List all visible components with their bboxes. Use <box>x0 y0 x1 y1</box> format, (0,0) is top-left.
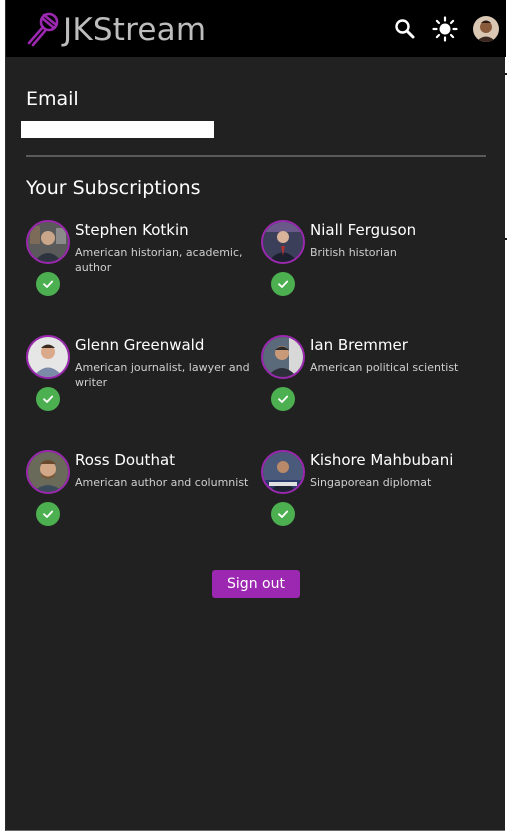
avatar <box>26 335 70 379</box>
top-bar: JKStream <box>6 0 506 57</box>
avatar <box>26 450 70 494</box>
subscription-name: Kishore Mahbubani <box>310 451 454 469</box>
avatar <box>26 220 70 264</box>
check-icon <box>271 502 295 526</box>
subscription-card[interactable]: Niall Ferguson British historian <box>261 220 496 320</box>
subscription-card[interactable]: Stephen Kotkin American historian, acade… <box>26 220 261 320</box>
subscription-card[interactable]: Ross Douthat American author and columni… <box>26 450 261 550</box>
page-frame: JKStream Email Your Subscriptions Stephe… <box>0 0 507 833</box>
email-field[interactable] <box>21 121 214 138</box>
subscription-description: American historian, academic, author <box>75 246 243 274</box>
avatar <box>261 450 305 494</box>
subscription-name: Niall Ferguson <box>310 221 417 239</box>
subscription-description: British historian <box>310 246 397 259</box>
microphone-icon <box>24 10 62 50</box>
subscription-description: Singaporean diplomat <box>310 476 432 489</box>
subscription-card[interactable]: Kishore Mahbubani Singaporean diplomat <box>261 450 496 550</box>
email-label: Email <box>26 88 79 110</box>
subscription-description: American author and columnist <box>75 476 249 489</box>
subscriptions-title: Your Subscriptions <box>26 177 201 199</box>
app-title: JKStream <box>63 12 207 48</box>
subscription-name: Ross Douthat <box>75 451 176 469</box>
subscription-name: Stephen Kotkin <box>75 221 189 239</box>
check-icon <box>36 502 60 526</box>
app-window: JKStream Email Your Subscriptions Stephe… <box>5 0 506 831</box>
check-icon <box>36 387 60 411</box>
subscription-description: American journalist, lawyer and writer <box>75 361 250 389</box>
subscription-description: American political scientist <box>310 361 459 374</box>
subscription-card[interactable]: Glenn Greenwald American journalist, law… <box>26 335 261 435</box>
avatar <box>261 335 305 379</box>
check-icon <box>271 387 295 411</box>
subscription-card[interactable]: Ian Bremmer American political scientist <box>261 335 496 435</box>
check-icon <box>36 272 60 296</box>
subscription-name: Ian Bremmer <box>310 336 408 354</box>
divider <box>26 155 486 157</box>
sun-icon[interactable] <box>432 16 458 42</box>
sign-out-button[interactable]: Sign out <box>212 570 300 598</box>
app-logo[interactable]: JKStream <box>24 10 206 50</box>
check-icon <box>271 272 295 296</box>
subscription-name: Glenn Greenwald <box>75 336 205 354</box>
search-icon[interactable] <box>392 16 418 42</box>
user-avatar[interactable] <box>473 16 499 42</box>
avatar <box>261 220 305 264</box>
